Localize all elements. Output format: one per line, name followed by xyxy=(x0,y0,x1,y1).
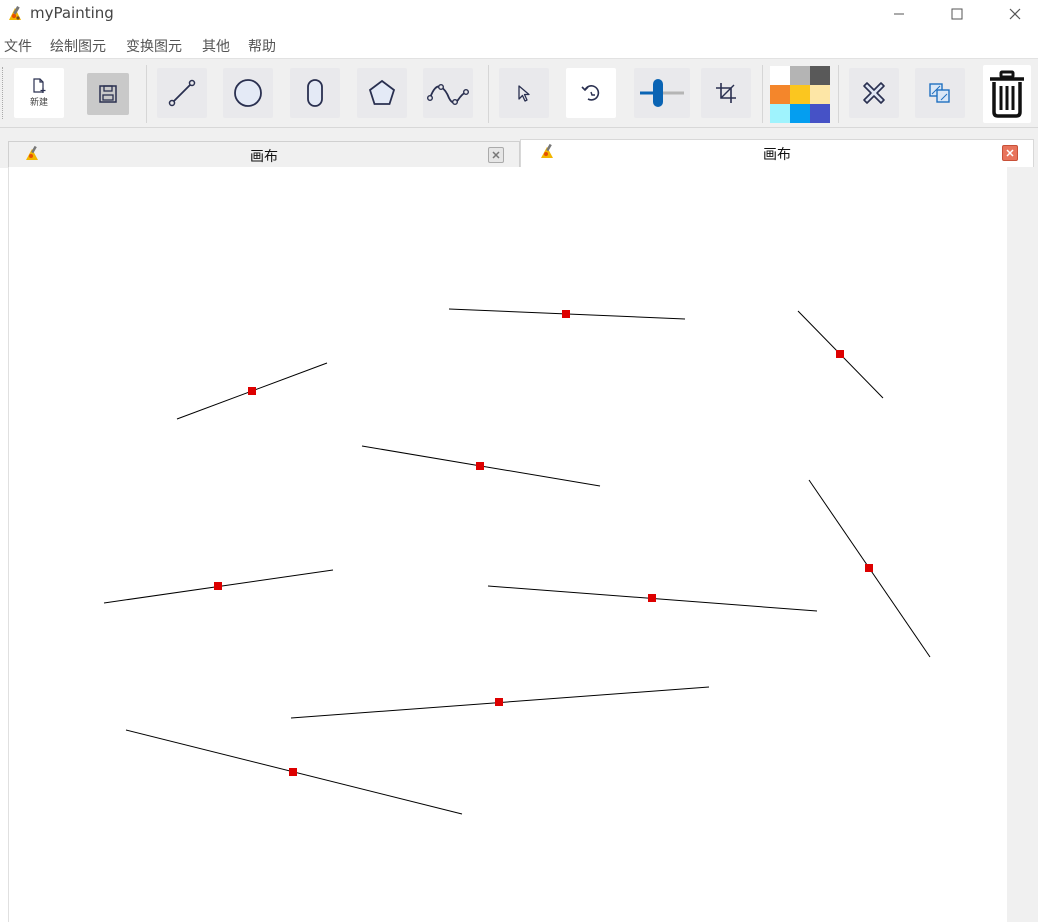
tab-canvas-2[interactable]: 画布 xyxy=(520,139,1034,167)
rotate-icon xyxy=(581,85,600,101)
selection-handle[interactable] xyxy=(289,768,297,776)
trash-icon xyxy=(990,70,1024,118)
save-icon xyxy=(99,85,117,103)
copy-layers-icon xyxy=(929,83,950,103)
tab-close-button[interactable] xyxy=(1002,145,1018,161)
app-palette-icon xyxy=(9,6,21,20)
line-tool-icon xyxy=(168,79,196,107)
color-swatch-orange[interactable] xyxy=(770,85,790,104)
line-tool-button[interactable] xyxy=(157,68,207,118)
toolbar-handle[interactable] xyxy=(2,67,5,119)
scale-button[interactable] xyxy=(634,68,690,118)
color-swatch-indigo[interactable] xyxy=(810,104,830,123)
toolbar-separator xyxy=(146,65,147,123)
toolbar-separator xyxy=(488,65,489,123)
menu-bar: 文件 绘制图元 变换图元 其他 帮助 xyxy=(0,32,1038,58)
color-palette xyxy=(770,66,830,123)
selection-handle[interactable] xyxy=(562,310,570,318)
selection-handle[interactable] xyxy=(648,594,656,602)
color-swatch-cream[interactable] xyxy=(810,85,830,104)
maximize-button[interactable] xyxy=(934,0,980,28)
tab-close-button[interactable] xyxy=(488,147,504,163)
curve-tool-button[interactable] xyxy=(423,68,473,118)
delete-button[interactable] xyxy=(849,68,899,118)
select-button[interactable] xyxy=(499,68,549,118)
vertical-scrollbar[interactable] xyxy=(1007,167,1038,922)
tab-label: 画布 xyxy=(763,147,791,163)
crop-icon xyxy=(716,83,736,103)
title-bar: myPainting xyxy=(0,0,1038,30)
color-swatch-cyan[interactable] xyxy=(770,104,790,123)
new-button[interactable]: 新建 xyxy=(14,68,64,118)
selection-handle[interactable] xyxy=(214,582,222,590)
canvas-tab-icon xyxy=(26,145,38,160)
polygon-tool-icon xyxy=(368,79,396,105)
selection-handle[interactable] xyxy=(248,387,256,395)
canvas-drawing-surface[interactable] xyxy=(9,167,1008,922)
minimize-icon xyxy=(894,13,904,15)
color-swatch-dark-gray[interactable] xyxy=(810,66,830,85)
close-window-button[interactable] xyxy=(992,0,1038,28)
minimize-button[interactable] xyxy=(876,0,922,28)
color-swatch-white[interactable] xyxy=(770,66,790,85)
canvas-tab-icon xyxy=(541,143,553,158)
menu-draw-primitive[interactable]: 绘制图元 xyxy=(50,36,106,56)
color-swatch-blue[interactable] xyxy=(790,104,810,123)
rotate-button[interactable] xyxy=(566,68,616,118)
toolbar-separator xyxy=(762,65,763,123)
save-button[interactable] xyxy=(87,73,129,115)
close-icon xyxy=(1009,8,1021,20)
selection-handle[interactable] xyxy=(836,350,844,358)
menu-help[interactable]: 帮助 xyxy=(248,36,276,56)
polygon-tool-button[interactable] xyxy=(357,68,407,118)
tab-label: 画布 xyxy=(250,149,278,165)
menu-file[interactable]: 文件 xyxy=(4,36,32,56)
new-file-icon xyxy=(33,78,46,93)
menu-other[interactable]: 其他 xyxy=(202,36,230,56)
ellipse-tool-button[interactable] xyxy=(290,68,340,118)
color-swatch-gray[interactable] xyxy=(790,66,810,85)
circle-tool-button[interactable] xyxy=(223,68,273,118)
selection-handle[interactable] xyxy=(495,698,503,706)
drawing-canvas[interactable] xyxy=(8,167,1008,922)
select-cursor-icon xyxy=(518,85,530,102)
ellipse-tool-icon xyxy=(307,79,323,107)
crop-button[interactable] xyxy=(701,68,751,118)
toolbar: 新建 xyxy=(0,58,1038,128)
close-icon xyxy=(1006,149,1014,157)
curve-tool-icon xyxy=(427,83,469,106)
tab-canvas-1[interactable]: 画布 xyxy=(8,141,520,167)
menu-transform-primitive[interactable]: 变换图元 xyxy=(126,36,182,56)
copy-button[interactable] xyxy=(915,68,965,118)
maximize-icon xyxy=(951,8,963,20)
new-button-label: 新建 xyxy=(29,98,48,108)
circle-tool-icon xyxy=(234,79,262,107)
selection-handle[interactable] xyxy=(865,564,873,572)
scale-slider-icon xyxy=(640,79,684,107)
clear-button[interactable] xyxy=(983,65,1031,123)
toolbar-separator xyxy=(838,65,839,123)
app-title: myPainting xyxy=(30,4,114,22)
delete-x-icon xyxy=(863,82,885,104)
color-swatch-yellow[interactable] xyxy=(790,85,810,104)
selection-handle[interactable] xyxy=(476,462,484,470)
close-icon xyxy=(492,151,500,159)
